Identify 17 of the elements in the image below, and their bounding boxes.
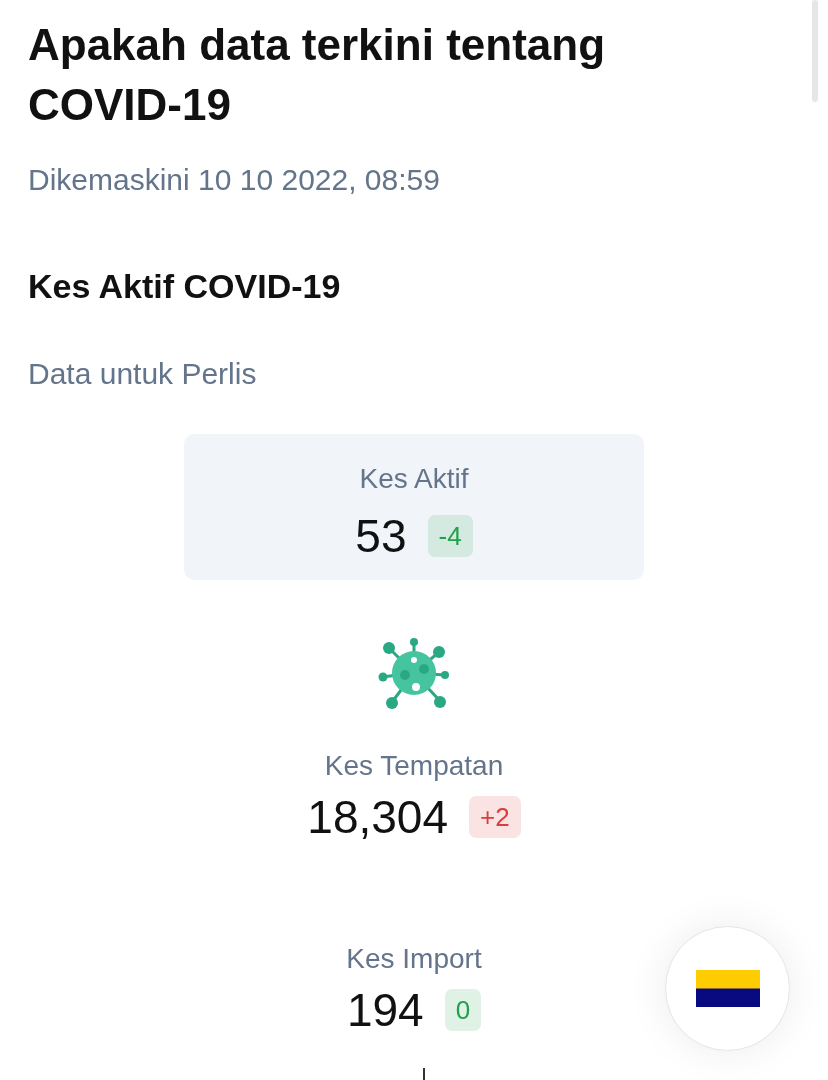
change-badge: +2 [469, 796, 521, 838]
change-badge: -4 [427, 515, 473, 557]
virus-icon [378, 637, 450, 709]
section-heading: Kes Aktif COVID-19 [28, 266, 341, 306]
stat-label: Kes Aktif [359, 463, 469, 495]
case-count: 53 [355, 513, 407, 559]
scrollbar[interactable] [812, 0, 818, 102]
case-count: 18,304 [307, 794, 448, 840]
flag-icon [695, 970, 760, 1007]
stat-label: Kes Tempatan [324, 750, 504, 782]
change-badge: 0 [444, 989, 482, 1031]
updated-date: Dikemaskini 10 10 2022, 08:59 [28, 162, 440, 198]
page-title: Apakah data terkini tentang COVID-19 [28, 19, 606, 131]
stat-label: Kes Import [346, 943, 482, 975]
vertical-line [423, 1068, 425, 1080]
case-count: 194 [346, 987, 424, 1033]
region-subtitle: Data untuk Perlis [28, 356, 257, 392]
